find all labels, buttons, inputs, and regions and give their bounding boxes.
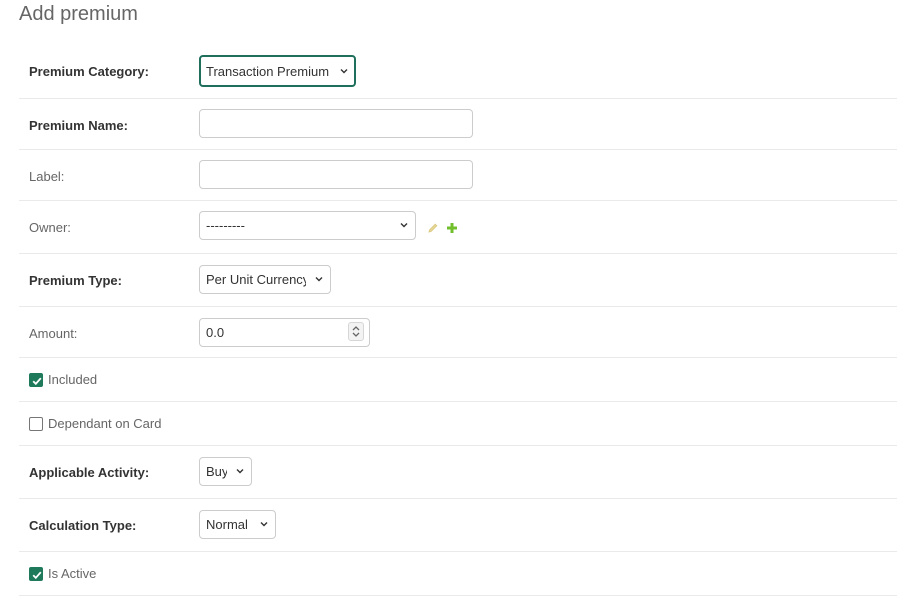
premium-name-label: Premium Name: — [29, 118, 128, 133]
row-applicable-activity: Applicable Activity: Buy — [19, 446, 897, 499]
calculation-type-select[interactable]: Normal — [199, 510, 276, 539]
premium-category-select-wrap: Transaction Premium — [199, 55, 356, 87]
row-is-active: Is Active — [19, 552, 897, 596]
label-field-label: Label: — [29, 169, 65, 184]
label-field — [199, 160, 473, 189]
amount-input-wrap — [199, 318, 370, 347]
row-premium-type: Premium Type: Per Unit Currency — [19, 254, 897, 307]
included-label: Included — [48, 372, 98, 387]
row-premium-category: Premium Category: Transaction Premium — [19, 45, 897, 99]
applicable-activity-select[interactable]: Buy — [199, 457, 252, 486]
row-included: Included — [19, 358, 897, 402]
premium-type-label: Premium Type: — [29, 273, 122, 288]
premium-type-select-wrap: Per Unit Currency — [199, 265, 331, 294]
amount-input[interactable] — [199, 318, 370, 347]
checkmark-icon — [32, 377, 42, 386]
checkmark-icon — [32, 571, 42, 580]
is-active-label: Is Active — [48, 566, 97, 581]
premium-category-field: Transaction Premium — [199, 55, 356, 87]
premium-form: Premium Category: Transaction Premium Pr… — [19, 45, 897, 596]
premium-category-label: Premium Category: — [29, 64, 149, 79]
amount-stepper[interactable] — [348, 322, 364, 341]
premium-type-select[interactable]: Per Unit Currency — [199, 265, 331, 294]
amount-label: Amount: — [29, 326, 78, 341]
premium-type-field: Per Unit Currency — [199, 265, 331, 294]
amount-field — [199, 318, 370, 347]
applicable-activity-label: Applicable Activity: — [29, 465, 150, 480]
label-input[interactable] — [199, 160, 473, 189]
dependant-on-card-label: Dependant on Card — [48, 416, 162, 431]
applicable-activity-select-wrap: Buy — [199, 457, 252, 486]
row-owner: Owner: --------- — [19, 201, 897, 254]
premium-name-field — [199, 109, 473, 138]
owner-label: Owner: — [29, 220, 71, 235]
calculation-type-select-wrap: Normal — [199, 510, 276, 539]
pencil-icon[interactable] — [427, 221, 439, 239]
row-dependant-on-card: Dependant on Card — [19, 402, 897, 446]
row-label: Label: — [19, 150, 897, 201]
owner-select-wrap: --------- — [199, 211, 416, 240]
owner-field: --------- — [199, 211, 457, 240]
owner-select[interactable]: --------- — [199, 211, 416, 240]
premium-name-input[interactable] — [199, 109, 473, 138]
dependant-on-card-checkbox[interactable] — [29, 417, 43, 431]
included-checkbox[interactable] — [29, 373, 43, 387]
premium-category-select[interactable]: Transaction Premium — [199, 55, 356, 87]
calculation-type-label: Calculation Type: — [29, 518, 137, 533]
plus-icon[interactable] — [446, 221, 458, 239]
applicable-activity-field: Buy — [199, 457, 252, 486]
calculation-type-field: Normal — [199, 510, 276, 539]
row-premium-name: Premium Name: — [19, 99, 897, 150]
add-premium-page: Add premium Premium Category: Transactio… — [0, 0, 897, 603]
stepper-arrows-icon — [352, 326, 360, 337]
page-title: Add premium — [19, 3, 138, 25]
row-amount: Amount: — [19, 307, 897, 358]
is-active-checkbox[interactable] — [29, 567, 43, 581]
row-calculation-type: Calculation Type: Normal — [19, 499, 897, 552]
